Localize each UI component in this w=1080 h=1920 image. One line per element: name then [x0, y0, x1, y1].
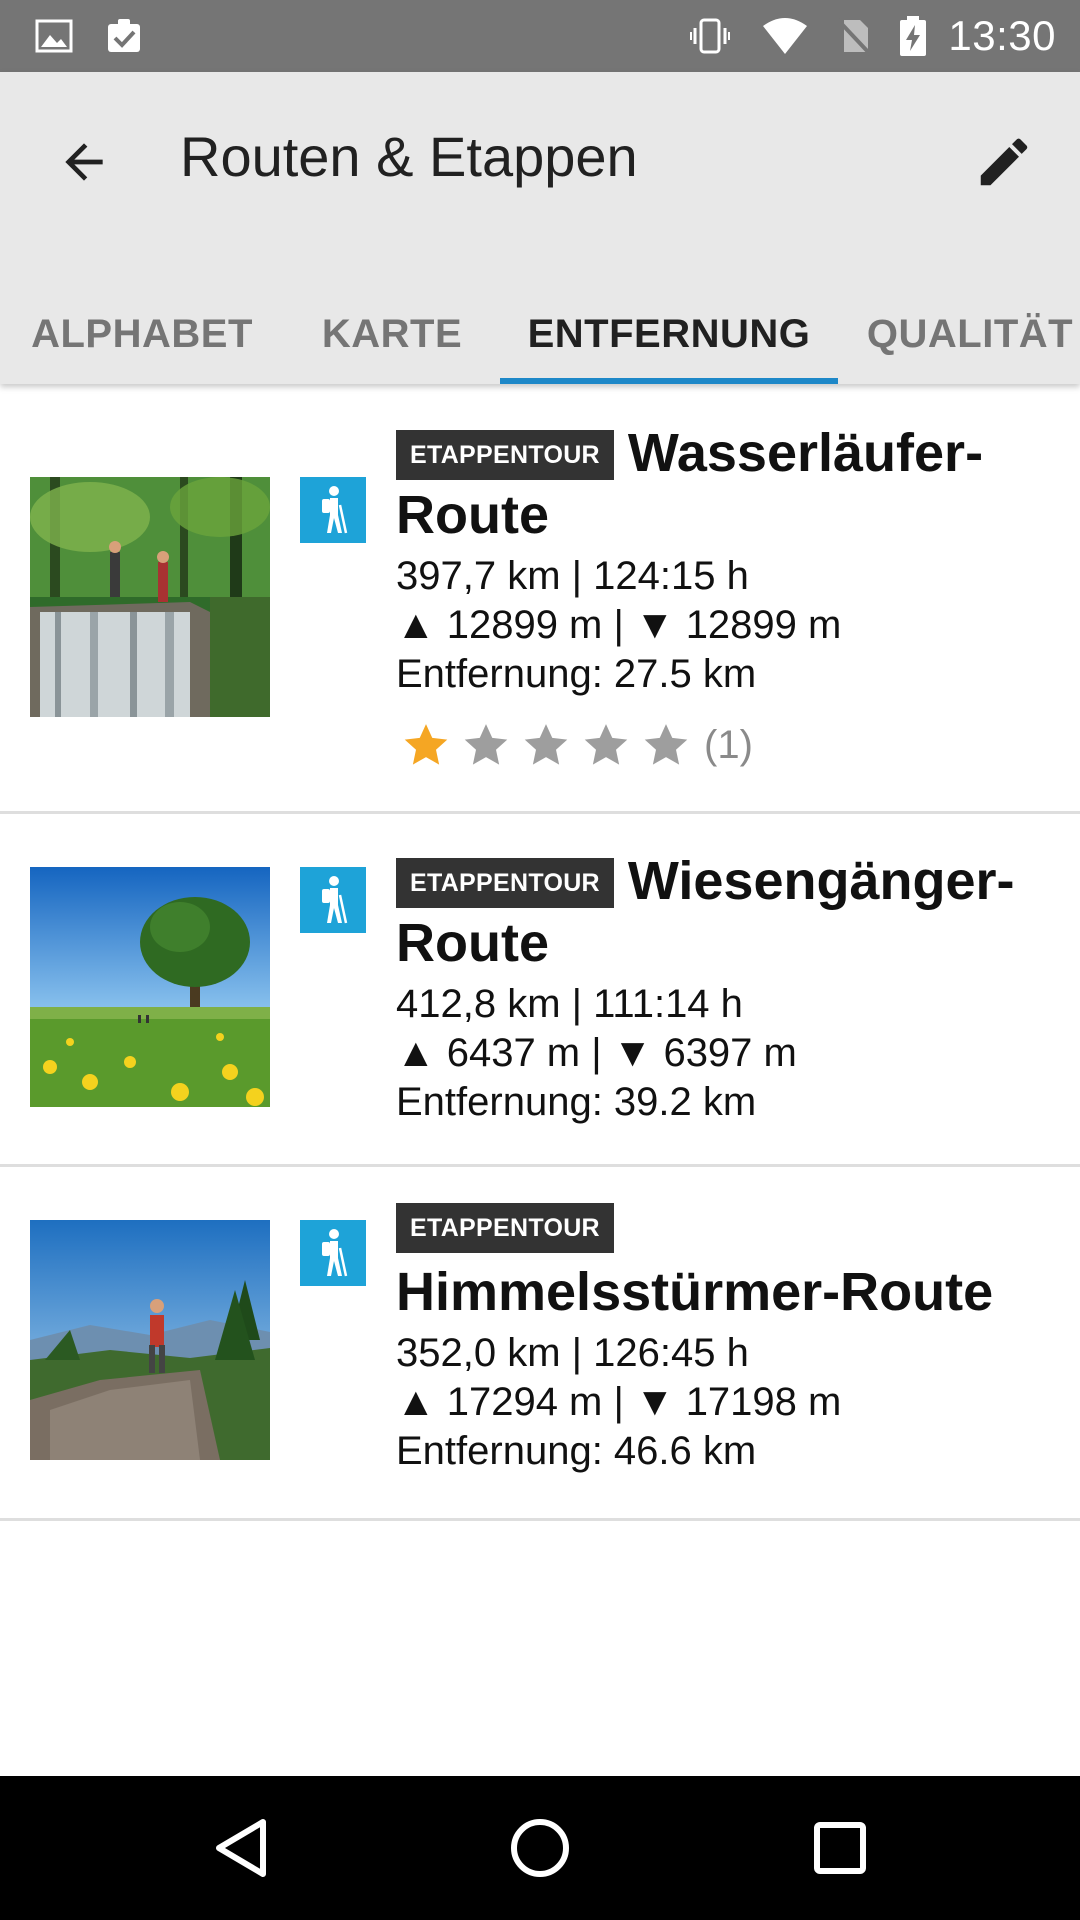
- clock: 13:30: [948, 12, 1056, 59]
- tour-type-badge: ETAPPENTOUR: [396, 1203, 614, 1253]
- star-empty-icon: [516, 715, 576, 775]
- arrow-back-icon: [65, 143, 103, 181]
- route-details: ETAPPENTOUR Wiesengänger- Route 412,8 km …: [396, 850, 1060, 1127]
- route-title-part: Wiesengänger-: [627, 851, 1015, 911]
- hiking-type-badge: [300, 867, 366, 933]
- star-filled-icon: [396, 715, 456, 775]
- star-rating: (1): [396, 715, 1060, 775]
- app-bar: Routen & Etappen ALPHABET KARTE ENTFERNU…: [0, 72, 1080, 384]
- route-title: ETAPPENTOUR Wasserläufer- Route: [396, 422, 1060, 546]
- tour-type-badge: ETAPPENTOUR: [396, 430, 614, 480]
- elevation: ▲ 6437 m | ▼ 6397 m: [396, 1031, 797, 1075]
- distance: Entfernung: 39.2 km: [396, 1080, 757, 1124]
- route-list-item[interactable]: ETAPPENTOUR Himmelsstürmer-Route 352,0 k…: [0, 1167, 1080, 1521]
- back-button[interactable]: [44, 122, 124, 202]
- hiker-on-rock-photo: [30, 1220, 270, 1460]
- hiking-type-badge: [300, 477, 366, 543]
- elevation: ▲ 12899 m | ▼ 12899 m: [396, 603, 842, 647]
- route-list: ETAPPENTOUR Wasserläufer- Route 397,7 km …: [0, 384, 1080, 1521]
- nav-recents-button[interactable]: [798, 1806, 882, 1890]
- edit-button[interactable]: [964, 122, 1044, 202]
- tab-alphabet[interactable]: ALPHABET: [0, 284, 284, 384]
- status-bar: 13:30: [0, 0, 1080, 72]
- route-thumbnail: [30, 477, 270, 717]
- hiker-icon: [322, 486, 348, 534]
- active-tab-indicator: [500, 378, 838, 384]
- elevation: ▲ 17294 m | ▼ 17198 m: [396, 1380, 842, 1424]
- rating-count: (1): [704, 722, 753, 767]
- square-recents-icon: [814, 1822, 866, 1874]
- star-empty-icon: [636, 715, 696, 775]
- length-duration: 352,0 km | 126:45 h: [396, 1331, 749, 1375]
- tour-type-row: ETAPPENTOUR: [396, 1203, 1060, 1253]
- route-title-part: Route: [396, 485, 549, 545]
- route-title: Himmelsstürmer-Route: [396, 1262, 994, 1322]
- image-icon: [35, 19, 73, 53]
- wifi-icon: [763, 18, 807, 54]
- route-thumbnail: [30, 867, 270, 1107]
- route-list-item[interactable]: ETAPPENTOUR Wasserläufer- Route 397,7 km …: [0, 384, 1080, 814]
- hiker-icon: [322, 876, 348, 924]
- tab-qualitaet[interactable]: QUALITÄT: [838, 284, 1080, 384]
- route-details: ETAPPENTOUR Wasserläufer- Route 397,7 km …: [396, 422, 1060, 775]
- hiker-icon: [322, 1229, 348, 1277]
- meadow-tree-photo: [30, 867, 270, 1107]
- triangle-back-icon: [216, 1819, 266, 1877]
- tab-karte[interactable]: KARTE: [284, 284, 500, 384]
- vibrate-icon: [690, 18, 730, 54]
- pencil-icon: [980, 138, 1028, 186]
- length-duration: 412,8 km | 111:14 h: [396, 982, 743, 1026]
- nav-back-button[interactable]: [199, 1806, 283, 1890]
- circle-home-icon: [511, 1819, 569, 1877]
- star-empty-icon: [456, 715, 516, 775]
- route-title-part: Wasserläufer-: [627, 423, 984, 483]
- system-navigation-bar: [0, 1776, 1080, 1920]
- distance: Entfernung: 46.6 km: [396, 1429, 757, 1473]
- star-empty-icon: [576, 715, 636, 775]
- route-list-item[interactable]: ETAPPENTOUR Wiesengänger- Route 412,8 km …: [0, 814, 1080, 1167]
- battery-charging-icon: [900, 16, 926, 56]
- nav-home-button[interactable]: [498, 1806, 582, 1890]
- page-title: Routen & Etappen: [180, 125, 638, 188]
- no-sim-icon: [836, 18, 872, 56]
- clipboard-check-icon: [108, 19, 140, 52]
- distance: Entfernung: 27.5 km: [396, 652, 757, 696]
- length-duration: 397,7 km | 124:15 h: [396, 554, 749, 598]
- route-details: ETAPPENTOUR Himmelsstürmer-Route 352,0 k…: [396, 1203, 1060, 1476]
- waterfall-hikers-photo: [30, 477, 270, 717]
- hiking-type-badge: [300, 1220, 366, 1286]
- route-title: ETAPPENTOUR Wiesengänger- Route: [396, 850, 1060, 974]
- route-thumbnail: [30, 1220, 270, 1460]
- tour-type-badge: ETAPPENTOUR: [396, 858, 614, 908]
- route-title-part: Route: [396, 913, 549, 973]
- tab-entfernung[interactable]: ENTFERNUNG: [500, 284, 838, 384]
- tab-bar: ALPHABET KARTE ENTFERNUNG QUALITÄT: [0, 284, 1080, 384]
